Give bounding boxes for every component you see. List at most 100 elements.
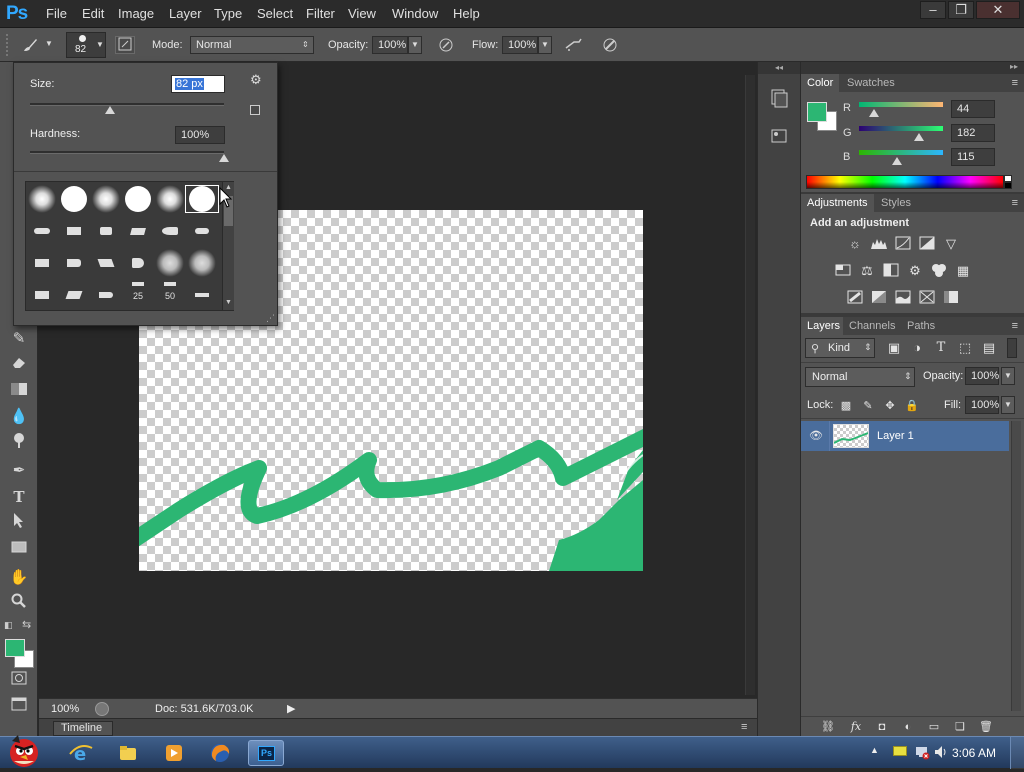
link-layers-icon[interactable]: ⛓ [819,719,837,735]
brush-hardness-slider-thumb[interactable] [219,154,229,162]
brush-preset-item[interactable] [26,218,58,244]
color-lookup-icon[interactable]: ▦ [954,263,972,279]
brush-preset-item[interactable] [154,249,186,277]
posterize-icon[interactable] [870,290,888,306]
brush-preset-item[interactable] [58,218,90,244]
clock-time[interactable]: 3:06 AM [952,746,996,760]
menu-type[interactable]: Type [214,6,242,21]
brush-preset-item[interactable] [58,250,90,276]
invert-icon[interactable] [846,290,864,306]
photoshop-taskbar-button[interactable]: Ps [248,740,284,766]
brush-preset-item[interactable] [186,218,218,244]
angry-bird-start-icon[interactable] [4,733,46,769]
dodge-tool-icon[interactable] [7,432,31,454]
collapse-panels-icon[interactable]: ▸▸ [1010,62,1018,71]
color-spectrum-ramp[interactable] [806,175,1004,189]
green-slider-track[interactable] [859,126,943,131]
green-slider-thumb[interactable] [914,133,924,141]
lock-transparent-icon[interactable]: ▩ [837,398,855,414]
vertical-scrollbar[interactable] [745,75,755,695]
properties-panel-icon[interactable] [770,126,790,146]
layer-style-icon[interactable]: fx [847,719,865,735]
history-brush-tool-icon[interactable]: ✎ [7,328,31,350]
opacity-field[interactable]: 100% [372,36,408,54]
new-preset-icon[interactable] [250,105,260,115]
brush-preset-item[interactable] [26,185,58,213]
brush-tool-icon[interactable] [20,36,40,54]
brush-preset-item[interactable] [90,218,122,244]
type-tool-icon[interactable]: T [7,486,31,508]
blue-slider-track[interactable] [859,150,943,155]
scroll-down-icon[interactable]: ▼ [225,299,232,306]
tab-color[interactable]: Color [801,74,840,92]
zoom-tool-icon[interactable] [7,593,31,615]
history-panel-icon[interactable] [770,88,790,108]
exposure-icon[interactable] [918,236,936,252]
lock-all-icon[interactable]: 🔒 [903,398,921,414]
brush-preset-item-selected[interactable] [185,185,219,213]
lock-position-icon[interactable]: ✥ [881,398,899,414]
brush-preset-item[interactable] [90,250,122,276]
blue-value-field[interactable]: 115 [951,148,995,166]
brush-size-field[interactable]: 82 px [171,75,225,93]
ramp-white-swatch[interactable] [1004,175,1012,182]
selective-color-icon[interactable] [918,290,936,306]
eye-icon[interactable]: 👁 [809,429,823,442]
brush-preset-item[interactable] [154,218,186,244]
status-info-icon[interactable] [95,702,109,716]
menu-edit[interactable]: Edit [82,6,104,21]
channel-mixer-icon[interactable] [930,263,948,279]
adjustments-menu-icon[interactable]: ≡ [1012,197,1018,209]
tab-adjustments[interactable]: Adjustments [801,194,874,212]
tray-expand-icon[interactable]: ▲ [870,745,879,755]
close-button[interactable]: ✕ [976,1,1020,19]
swap-colors-icon[interactable]: ⇆ [22,618,31,631]
filter-adjustment-icon[interactable]: ◑ [908,340,926,356]
collapse-dock-icon[interactable]: ◂◂ [758,62,800,74]
delete-layer-icon[interactable]: 🗑 [977,719,995,735]
resize-grip-icon[interactable]: ⋰ [266,313,275,324]
brush-preset-item[interactable] [122,250,154,276]
blue-slider-thumb[interactable] [892,157,902,165]
brush-preset-item[interactable] [186,249,218,277]
brush-preset-item[interactable] [58,186,90,212]
menu-filter[interactable]: Filter [306,6,335,21]
layer-opacity-dropdown-icon[interactable]: ▼ [1001,367,1015,385]
brush-hardness-field[interactable]: 100% [175,126,225,144]
layer-filter-select[interactable]: ⚲ Kind ⇕ [805,338,875,358]
minimize-button[interactable]: – [920,1,946,19]
new-adjustment-layer-icon[interactable]: ◐ [899,719,917,735]
color-balance-icon[interactable]: ⚖ [858,263,876,279]
foreground-color-swatch[interactable] [5,639,25,657]
tab-swatches[interactable]: Swatches [841,74,901,92]
brightness-contrast-icon[interactable]: ☼ [846,236,864,252]
menu-help[interactable]: Help [453,6,480,21]
ramp-black-swatch[interactable] [1004,182,1012,189]
filter-toggle-switch[interactable] [1007,338,1017,358]
menu-layer[interactable]: Layer [169,6,202,21]
brush-preset-item[interactable] [90,282,122,308]
blend-mode-select[interactable]: Normal ⇕ [805,367,915,387]
brush-preset-item[interactable]: 50 [154,278,186,304]
quick-mask-icon[interactable] [7,670,31,692]
brush-size-slider-track[interactable] [30,103,224,106]
opacity-dropdown-icon[interactable]: ▼ [408,36,422,54]
gradient-tool-icon[interactable] [7,380,31,402]
layers-scrollbar[interactable] [1011,421,1021,711]
menu-image[interactable]: Image [118,6,154,21]
red-slider-track[interactable] [859,102,943,107]
tab-channels[interactable]: Channels [843,317,902,335]
volume-icon[interactable] [933,744,949,763]
brush-preset-item[interactable] [26,282,58,308]
timeline-tab[interactable]: Timeline [61,722,102,734]
status-menu-arrow-icon[interactable]: ▶ [287,702,295,715]
levels-icon[interactable] [870,236,888,252]
hand-tool-icon[interactable]: ✋ [7,567,31,589]
color-panel-menu-icon[interactable]: ≡ [1012,77,1018,89]
red-value-field[interactable]: 44 [951,100,995,118]
curves-icon[interactable] [894,236,912,252]
gradient-map-icon[interactable] [942,290,960,306]
pressure-opacity-icon[interactable] [436,36,456,54]
brush-preset-item[interactable] [122,186,154,212]
tray-notification-icon[interactable] [893,746,907,756]
